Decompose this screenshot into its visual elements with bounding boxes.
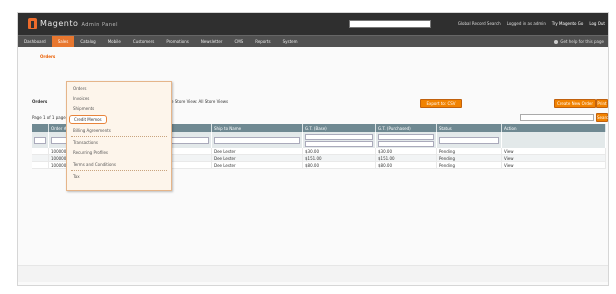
view-link[interactable]: View: [501, 161, 606, 169]
nav-customers[interactable]: Customers: [127, 36, 161, 47]
sales-dropdown-menu: Orders Invoices Shipments Credit Memos B…: [66, 81, 172, 191]
nav-cms[interactable]: CMS: [228, 36, 249, 47]
header-links: Global Record Search Logged in as admin …: [458, 21, 605, 26]
menu-item-recurring-profiles[interactable]: Recurring Profiles: [73, 150, 108, 155]
help-icon: [554, 40, 559, 44]
col-status[interactable]: Status: [436, 124, 502, 132]
row-checkbox[interactable]: [32, 161, 49, 169]
col-ship-to[interactable]: Ship to Name: [211, 124, 303, 132]
logo-text: Magento Admin Panel: [40, 19, 118, 28]
nav-system[interactable]: System: [277, 36, 304, 47]
admin-header: Magento Admin Panel Global Record Search…: [18, 13, 608, 35]
col-gt-purchased[interactable]: G.T. (Purchased): [375, 124, 437, 132]
filter-base-from[interactable]: [305, 133, 373, 140]
filter-gt-base: [302, 132, 376, 148]
footer: [18, 265, 608, 282]
filter-status: [436, 132, 502, 148]
mass-select-dropdown[interactable]: [34, 136, 46, 144]
export-button[interactable]: Export to: CSV: [420, 99, 462, 108]
col-gt-base[interactable]: G.T. (Base): [302, 124, 376, 132]
main-content: Orders Orders Choose Store View: All Sto…: [18, 47, 608, 282]
main-nav: Dashboard Sales Catalog Mobile Customers…: [18, 35, 608, 47]
try-magento-go-link[interactable]: Try Magento Go: [552, 21, 583, 26]
menu-item-shipments[interactable]: Shipments: [73, 106, 94, 111]
magento-logo-icon[interactable]: [28, 18, 37, 29]
filter-purchased-to[interactable]: [378, 140, 434, 147]
logo-title: Magento: [40, 19, 79, 28]
cell-gt-base: $80.00: [302, 161, 376, 169]
menu-item-terms-conditions[interactable]: Terms and Conditions: [73, 162, 116, 167]
menu-item-credit-memos[interactable]: Credit Memos: [69, 115, 107, 124]
row-checkbox[interactable]: [32, 154, 49, 162]
nav-mobile[interactable]: Mobile: [102, 36, 127, 47]
menu-separator: [71, 136, 167, 137]
print-button[interactable]: Print: [596, 99, 608, 108]
cell-status: Pending: [436, 161, 502, 169]
submit-button[interactable]: Search: [596, 113, 608, 122]
logo-subtitle: Admin Panel: [81, 22, 118, 28]
nav-reports[interactable]: Reports: [249, 36, 276, 47]
filter-gt-purchased: [375, 132, 437, 148]
filter-base-to[interactable]: [305, 140, 373, 147]
nav-sales[interactable]: Sales: [51, 36, 75, 47]
filter-ship-input[interactable]: [214, 136, 300, 144]
logged-in-as: Logged in as admin: [506, 21, 546, 26]
cell-ship-to: Dee Lester: [211, 161, 303, 169]
menu-item-tax[interactable]: Tax: [73, 174, 80, 179]
menu-item-invoices[interactable]: Invoices: [73, 96, 89, 101]
admin-window: Magento Admin Panel Global Record Search…: [17, 12, 609, 286]
help-label: Get help for this page: [560, 39, 604, 44]
filter-action: [501, 132, 606, 148]
view-link[interactable]: View: [501, 154, 606, 162]
filter-select: [32, 132, 49, 148]
menu-separator: [71, 170, 167, 171]
menu-item-orders[interactable]: Orders: [73, 86, 86, 91]
filter-ship-to: [211, 132, 303, 148]
page-title-text: Orders: [32, 99, 48, 104]
nav-catalog[interactable]: Catalog: [74, 36, 101, 47]
cell-gt-purchased: $80.00: [375, 161, 437, 169]
nav-dashboard[interactable]: Dashboard: [18, 36, 52, 47]
cell-status: Pending: [436, 154, 502, 162]
col-action: Action: [501, 124, 606, 132]
cell-ship-to: Dee Lester: [211, 154, 303, 162]
global-search-label: Global Record Search: [457, 21, 501, 26]
filter-status-select[interactable]: [439, 136, 499, 144]
nav-newsletter[interactable]: Newsletter: [195, 36, 229, 47]
cell-gt-purchased: $151.00: [375, 154, 437, 162]
menu-item-billing-agreements[interactable]: Billing Agreements: [73, 128, 111, 133]
help-link[interactable]: Get help for this page: [554, 36, 604, 47]
nav-promotions[interactable]: Promotions: [160, 36, 194, 47]
create-new-order-button[interactable]: Create New Order: [554, 99, 596, 108]
logout-link[interactable]: Log Out: [589, 21, 605, 26]
col-select[interactable]: [32, 124, 49, 132]
filter-purchased-from[interactable]: [378, 133, 434, 140]
global-search-input[interactable]: [349, 20, 431, 28]
cell-gt-base: $151.00: [302, 154, 376, 162]
actions-select[interactable]: [520, 114, 594, 121]
breadcrumb[interactable]: Orders: [40, 54, 55, 59]
menu-item-transactions[interactable]: Transactions: [73, 140, 98, 145]
